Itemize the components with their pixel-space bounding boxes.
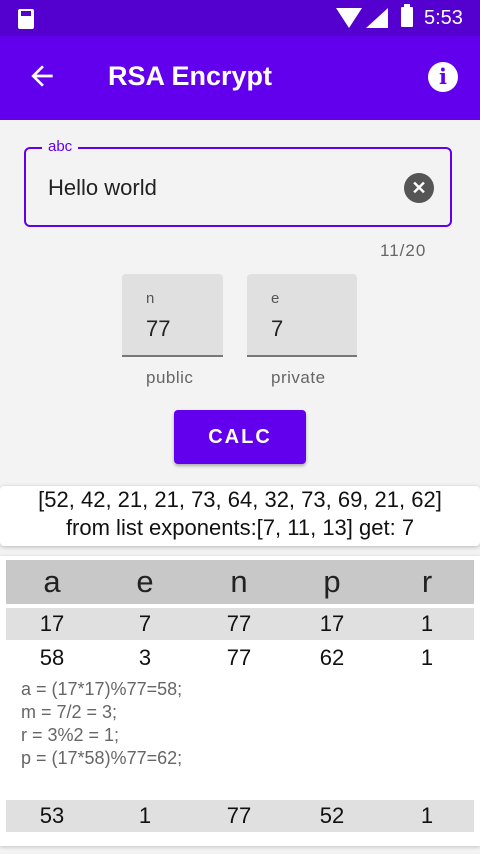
clear-icon[interactable]: ✕ [404,173,434,203]
status-time: 5:53 [424,7,463,29]
table-row: 17 7 77 17 1 [6,608,474,640]
table-cell: 58 [39,645,65,670]
wifi-icon [336,8,362,28]
result-card: [52, 42, 21, 21, 73, 64, 32, 73, 69, 21,… [0,486,480,546]
step-line: m = 7/2 = 3; [21,702,118,722]
calc-button[interactable]: CALC [174,410,306,464]
arrow-back-icon[interactable] [26,60,58,92]
result-exponent-line: from list exponents:[7, 11, 13] get: 7 [65,515,415,540]
n-helper-text: public [146,368,194,387]
header-cell-p: p [323,564,341,599]
message-field-label: abc [42,138,79,155]
status-bar: 5:53 [0,0,480,36]
e-field[interactable]: e 7 [247,274,357,357]
header-cell-n: n [230,564,248,599]
table-cell: 77 [226,645,252,670]
message-input[interactable] [48,171,388,205]
table-row: 53 1 77 52 1 [6,800,474,832]
step-line: r = 3%2 = 1; [21,725,120,745]
table-cell: 77 [226,611,252,636]
table-cell: 17 [39,611,65,636]
step-line: a = (17*17)%77=58; [21,679,183,699]
n-field-label: n [146,290,155,307]
e-field-value[interactable]: 7 [271,316,283,342]
table-cell: 52 [319,803,345,828]
table-cell: 1 [420,803,434,828]
table-row: 58 3 77 62 1 [6,642,474,674]
sd-card-icon [18,9,34,29]
e-helper-text: private [271,368,326,387]
table-cell: 1 [420,645,434,670]
computation-steps: a = (17*17)%77=58; m = 7/2 = 3; r = 3%2 … [21,678,182,770]
info-icon[interactable]: i [428,62,458,92]
header-cell-a: a [43,564,61,599]
header-cell-r: r [421,564,433,599]
computation-table: a e n p r 17 7 77 17 1 58 3 77 62 1 a = … [0,556,480,846]
step-line: p = (17*58)%77=62; [21,748,183,768]
result-cipher-line: [52, 42, 21, 21, 73, 64, 32, 73, 69, 21,… [38,487,442,512]
battery-icon [401,4,413,27]
n-field-value[interactable]: 77 [146,316,170,342]
character-counter: 11/20 [380,241,427,260]
message-field[interactable]: abc ✕ [24,138,452,227]
app-bar: RSA Encrypt i [0,36,480,120]
table-cell: 1 [420,611,434,636]
table-header-row: a e n p r [6,560,474,604]
signal-icon [366,8,388,28]
e-field-label: e [271,290,280,307]
table-cell: 77 [226,803,252,828]
table-cell: 62 [319,645,345,670]
header-cell-e: e [136,564,154,599]
page-title: RSA Encrypt [108,61,273,91]
table-cell: 7 [138,611,152,636]
table-cell: 1 [138,803,152,828]
table-cell: 17 [319,611,345,636]
n-field[interactable]: n 77 [122,274,223,357]
table-cell: 53 [39,803,65,828]
table-cell: 3 [138,645,152,670]
